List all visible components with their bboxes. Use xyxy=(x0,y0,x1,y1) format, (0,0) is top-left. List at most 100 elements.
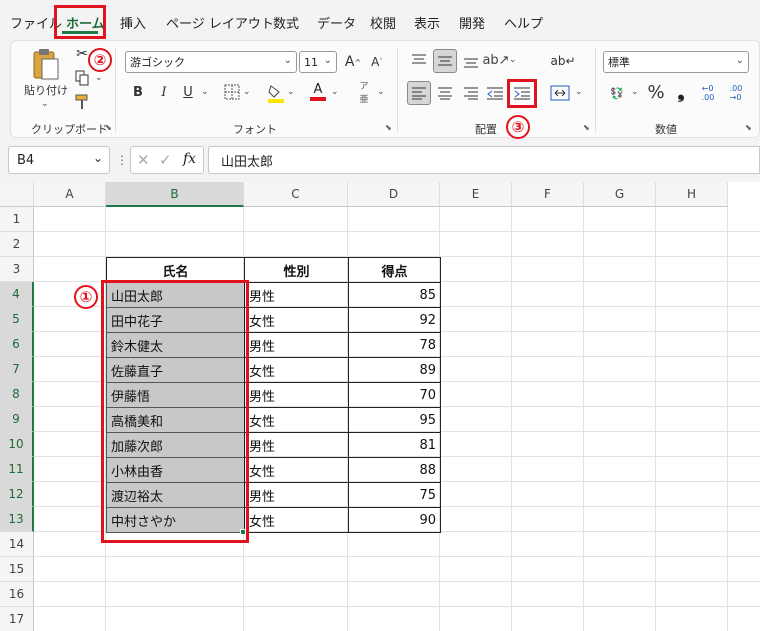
tab-review[interactable]: 校閲 xyxy=(370,13,396,32)
percent-button[interactable]: % xyxy=(645,81,667,103)
row-header-11[interactable]: 11 xyxy=(0,457,34,482)
score-cell[interactable]: 90 xyxy=(348,507,441,533)
bold-button[interactable]: B xyxy=(129,81,147,103)
gender-cell[interactable]: 男性 xyxy=(244,282,349,308)
row-header-10[interactable]: 10 xyxy=(0,432,34,457)
increase-decimal-icon[interactable]: ←0.00 xyxy=(697,83,719,103)
paste-dropdown-icon[interactable]: ⌄ xyxy=(41,99,49,109)
alignment-launcher-icon[interactable]: ⬊ xyxy=(583,123,590,132)
tab-data[interactable]: データ xyxy=(317,13,356,32)
underline-dropdown-icon[interactable]: ⌄ xyxy=(201,87,209,97)
gender-cell[interactable]: 女性 xyxy=(244,357,349,383)
comma-style-icon[interactable]: ❟ xyxy=(673,81,689,103)
wrap-text-icon[interactable]: ab↵ xyxy=(550,49,575,73)
score-cell[interactable]: 95 xyxy=(348,407,441,433)
tab-home[interactable]: ホーム xyxy=(66,13,105,32)
name-box[interactable]: B4 ⌄ xyxy=(8,146,110,174)
gender-cell[interactable]: 男性 xyxy=(244,382,349,408)
enter-icon[interactable]: ✓ xyxy=(159,151,172,169)
row-header-6[interactable]: 6 xyxy=(0,332,34,357)
row-header-8[interactable]: 8 xyxy=(0,382,34,407)
name-cell[interactable]: 高橋美和 xyxy=(106,407,245,433)
gender-cell[interactable]: 男性 xyxy=(244,332,349,358)
column-header-e[interactable]: E xyxy=(440,182,512,207)
underline-button[interactable]: U xyxy=(179,81,197,103)
cancel-icon[interactable]: ✕ xyxy=(137,151,150,169)
column-header-b[interactable]: B xyxy=(106,182,244,207)
score-cell[interactable]: 92 xyxy=(348,307,441,333)
tab-view[interactable]: 表示 xyxy=(414,13,440,32)
column-header-c[interactable]: C xyxy=(244,182,348,207)
row-header-15[interactable]: 15 xyxy=(0,557,34,582)
column-header-f[interactable]: F xyxy=(512,182,584,207)
gender-cell[interactable]: 女性 xyxy=(244,507,349,533)
name-cell[interactable]: 渡辺裕太 xyxy=(106,482,245,508)
name-cell[interactable]: 伊藤悟 xyxy=(106,382,245,408)
row-header-9[interactable]: 9 xyxy=(0,407,34,432)
gender-cell[interactable]: 女性 xyxy=(244,407,349,433)
copy-icon[interactable] xyxy=(73,69,91,87)
phonetic-guide-icon[interactable]: ア亜 xyxy=(355,82,373,105)
column-header-h[interactable]: H xyxy=(656,182,728,207)
formula-input[interactable]: 山田太郎 xyxy=(208,146,760,174)
more-options-icon[interactable]: ⋮ xyxy=(116,153,128,167)
name-cell[interactable]: 佐藤直子 xyxy=(106,357,245,383)
phonetic-dropdown-icon[interactable]: ⌄ xyxy=(377,87,385,97)
row-header-7[interactable]: 7 xyxy=(0,357,34,382)
middle-align-icon[interactable] xyxy=(433,49,457,73)
column-header-d[interactable]: D xyxy=(348,182,440,207)
score-cell[interactable]: 75 xyxy=(348,482,441,508)
row-header-17[interactable]: 17 xyxy=(0,607,34,631)
decrease-decimal-icon[interactable]: .00 →0 xyxy=(725,83,747,103)
row-header-13[interactable]: 13 xyxy=(0,507,34,532)
score-cell[interactable]: 81 xyxy=(348,432,441,458)
fill-color-dropdown-icon[interactable]: ⌄ xyxy=(287,87,295,97)
name-cell[interactable]: 小林由香 xyxy=(106,457,245,483)
increase-indent-icon[interactable] xyxy=(511,83,533,103)
font-size-combo[interactable]: 11 ⌄ xyxy=(299,51,337,73)
merge-dropdown-icon[interactable]: ⌄ xyxy=(575,87,583,97)
tab-help[interactable]: ヘルプ xyxy=(504,13,543,32)
align-right-icon[interactable] xyxy=(461,83,481,103)
clipboard-launcher-icon[interactable]: ⬊ xyxy=(105,123,112,132)
name-cell[interactable]: 田中花子 xyxy=(106,307,245,333)
column-header-g[interactable]: G xyxy=(584,182,656,207)
insert-function-button[interactable]: fx xyxy=(183,151,196,167)
fill-handle[interactable] xyxy=(240,529,246,535)
align-center-icon[interactable] xyxy=(435,83,455,103)
gender-cell[interactable]: 男性 xyxy=(244,482,349,508)
top-align-icon[interactable] xyxy=(409,51,429,71)
row-header-5[interactable]: 5 xyxy=(0,307,34,332)
font-name-combo[interactable]: 游ゴシック ⌄ xyxy=(125,51,297,73)
name-cell[interactable]: 山田太郎 xyxy=(106,282,245,308)
gender-cell[interactable]: 女性 xyxy=(244,307,349,333)
score-cell[interactable]: 70 xyxy=(348,382,441,408)
name-cell[interactable]: 鈴木健太 xyxy=(106,332,245,358)
gender-cell[interactable]: 女性 xyxy=(244,457,349,483)
column-header-a[interactable]: A xyxy=(34,182,106,207)
grow-font-icon[interactable]: A ^ xyxy=(343,51,363,73)
name-cell[interactable]: 中村さやか xyxy=(106,507,245,533)
tab-file[interactable]: ファイル xyxy=(10,13,62,32)
tab-developer[interactable]: 開発 xyxy=(459,13,485,32)
orientation-dropdown-icon[interactable]: ⌄ xyxy=(509,55,517,65)
score-cell[interactable]: 85 xyxy=(348,282,441,308)
row-header-2[interactable]: 2 xyxy=(0,232,34,257)
decrease-indent-icon[interactable] xyxy=(485,83,505,103)
score-cell[interactable]: 88 xyxy=(348,457,441,483)
number-format-combo[interactable]: 標準 ⌄ xyxy=(603,51,749,73)
select-all-corner[interactable] xyxy=(0,182,34,207)
format-painter-icon[interactable] xyxy=(73,93,91,111)
name-cell[interactable]: 加藤次郎 xyxy=(106,432,245,458)
italic-button[interactable]: I xyxy=(155,81,173,103)
paste-button-label[interactable]: 貼り付け xyxy=(21,83,71,97)
copy-dropdown-icon[interactable]: ⌄ xyxy=(95,73,103,83)
tab-insert[interactable]: 挿入 xyxy=(120,13,146,32)
align-left-icon[interactable] xyxy=(407,81,431,105)
row-header-4[interactable]: 4 xyxy=(0,282,34,307)
fill-color-icon[interactable] xyxy=(267,83,285,103)
number-launcher-icon[interactable]: ⬊ xyxy=(745,123,752,132)
tab-formulas[interactable]: 数式 xyxy=(273,13,299,32)
row-header-12[interactable]: 12 xyxy=(0,482,34,507)
borders-dropdown-icon[interactable]: ⌄ xyxy=(243,87,251,97)
